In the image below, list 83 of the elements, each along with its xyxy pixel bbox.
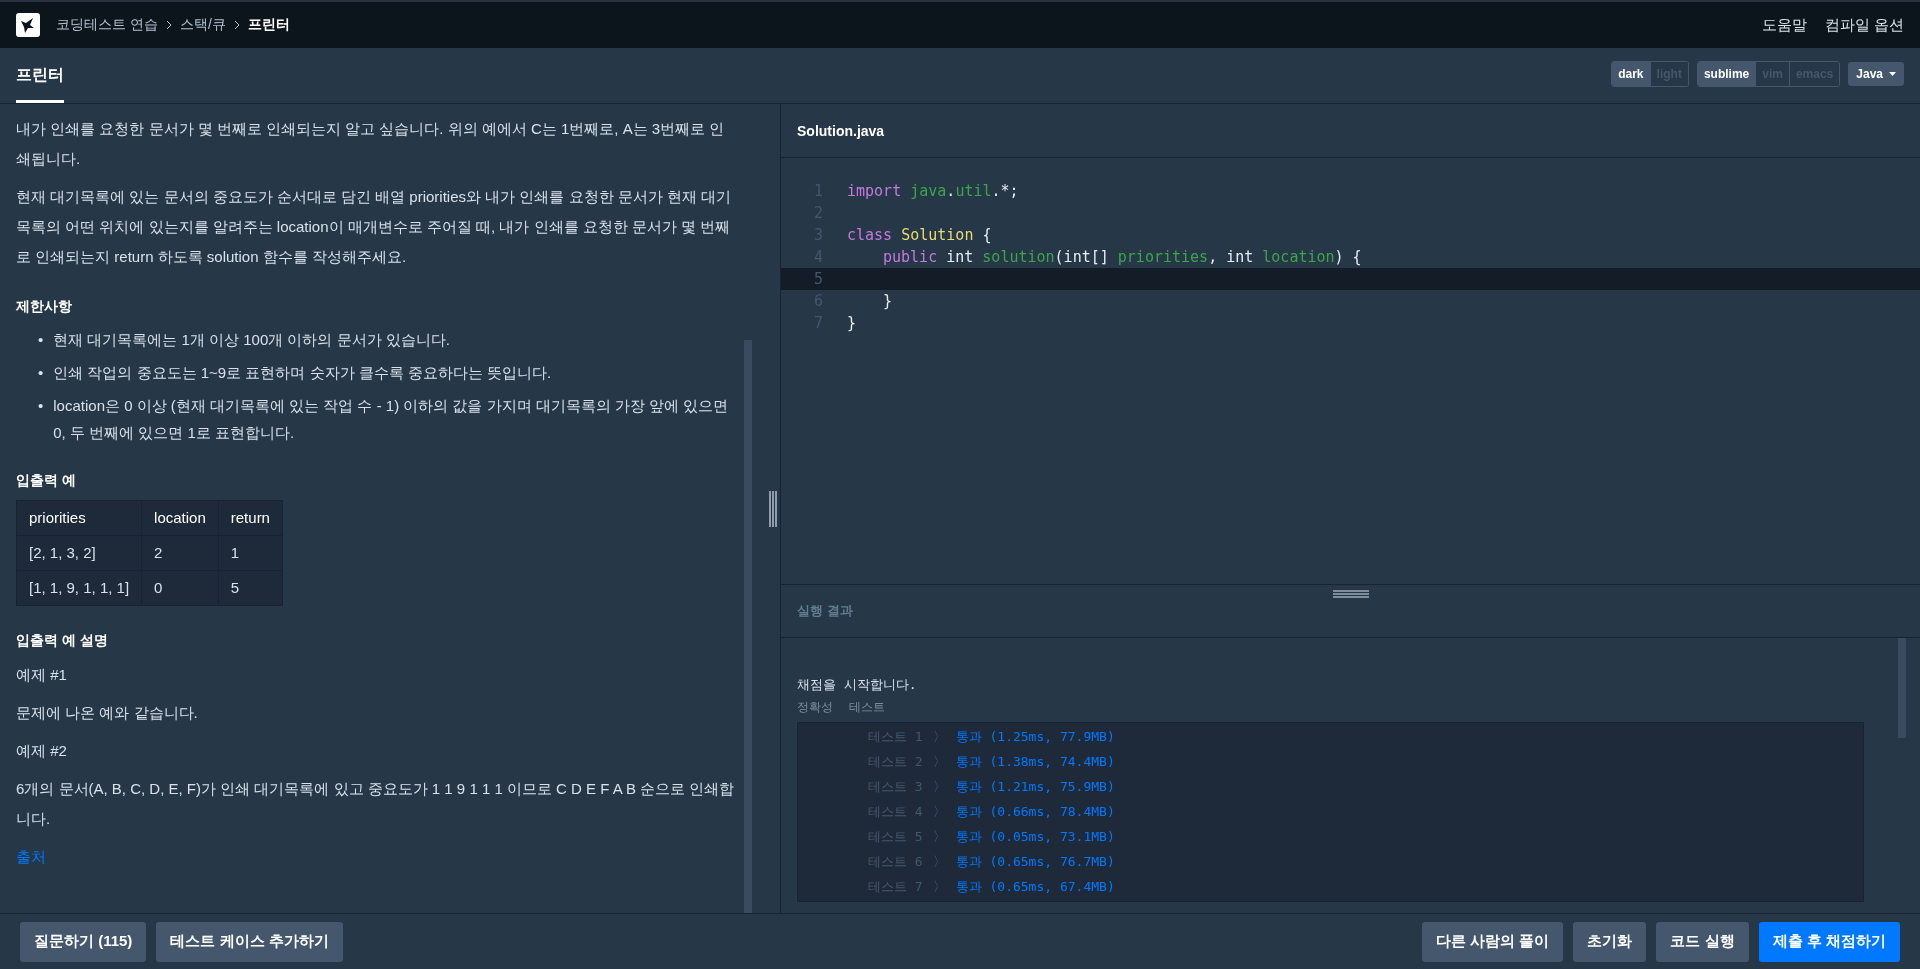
theme-option[interactable]: dark — [1612, 61, 1650, 86]
nav-link[interactable]: 도움말 — [1761, 15, 1807, 35]
table-cell: 0 — [141, 570, 219, 606]
explanation-text: 예제 #2 — [16, 741, 68, 761]
test-result: 통과 (1.25ms, 77.9MB) — [955, 728, 1115, 746]
group-label: 테스트 — [849, 699, 885, 716]
table-header: priorities — [16, 500, 142, 536]
test-arrow: 〉 — [932, 828, 946, 846]
code-token: solution — [982, 247, 1055, 268]
section-heading: 입출력 예 설명 — [16, 631, 109, 650]
test-arrow: 〉 — [932, 878, 946, 896]
explanation-text: 문제에 나온 예와 같습니다. — [16, 703, 199, 723]
code-token: location — [1262, 247, 1335, 268]
description-text: 내가 인쇄를 요청한 문서가 몇 번째로 인쇄되는지 알고 싶습니다. 위의 예에서 C는 1번째로, A는 3번째로 인쇄됩니다. — [16, 119, 726, 169]
breadcrumb-link[interactable]: 스택/큐 — [179, 16, 226, 34]
file-name: Solution.java — [781, 104, 1920, 158]
resize-handle-icon[interactable] — [1332, 589, 1369, 599]
table-header: location — [141, 500, 219, 536]
constraint-item: 인쇄 작업의 중요도는 1~9로 표현하며 숫자가 클수록 중요하다는 뜻입니다. — [53, 363, 552, 383]
bullet: • — [38, 396, 44, 416]
table-cell: [1, 1, 9, 1, 1, 1] — [16, 570, 142, 606]
breadcrumb-link[interactable]: 프린터 — [247, 16, 290, 34]
footer-button[interactable]: 테스트 케이스 추가하기 — [156, 921, 343, 962]
test-result: 통과 (0.66ms, 78.4MB) — [955, 803, 1115, 821]
code-token: import — [847, 181, 902, 202]
language-dropdown[interactable]: Java — [1848, 61, 1904, 86]
bullet: • — [38, 363, 44, 383]
scrollbar[interactable] — [744, 340, 752, 913]
resize-handle-icon[interactable] — [768, 490, 778, 527]
code-token: int — [945, 247, 975, 268]
test-arrow: 〉 — [932, 853, 946, 871]
test-arrow: 〉 — [932, 778, 946, 796]
code-token: , int — [1208, 247, 1255, 268]
code-token: public — [883, 247, 938, 268]
test-result: 통과 (0.65ms, 76.7MB) — [955, 853, 1115, 871]
table-cell: 1 — [218, 535, 283, 571]
constraint-item: 현재 대기목록에는 1개 이상 100개 이하의 문서가 있습니다. — [53, 330, 450, 350]
footer-button[interactable]: 코드 실행 — [1656, 921, 1749, 962]
code-token: . — [946, 181, 956, 202]
description-text: 현재 대기목록에 있는 문서의 중요도가 순서대로 담긴 배열 priorities와 내가 인쇄를 요청한 문서가 현재 대기목록의 어떤 위치에 있는지를 알려주는 location이 매개변수로 주어질 때, 내가 인쇄를 요청한 문서가 몇 번째로 인쇄되는지 return 하도록 solution 함수를 작성해주세요. — [16, 187, 733, 267]
code-token: { — [981, 225, 992, 246]
code-token: priorities — [1117, 247, 1209, 268]
breadcrumb-link[interactable]: 코딩테스트 연습 — [56, 16, 158, 34]
constraint-item: location은 0 이상 (현재 대기목록에 있는 작업 수 - 1) 이하의 값을 가지며 대기목록의 가장 앞에 있으면 0, 두 번째에 있으면 1로 표현합니다. — [53, 396, 730, 443]
problem-tab[interactable]: 프린터 — [16, 48, 64, 103]
test-result: 통과 (1.38ms, 74.4MB) — [955, 753, 1115, 771]
code-token: util — [955, 181, 992, 202]
logo-icon[interactable] — [16, 13, 40, 37]
code-token: (int[] — [1054, 247, 1110, 268]
code-token: Solution — [900, 225, 974, 246]
caret-icon — [1889, 71, 1896, 76]
test-result: 통과 (0.05ms, 73.1MB) — [955, 828, 1115, 846]
submit-button[interactable]: 제출 후 채점하기 — [1758, 921, 1900, 962]
scrollbar[interactable] — [1898, 638, 1906, 738]
keymap-option[interactable]: sublime — [1697, 61, 1756, 86]
table-cell: 5 — [218, 570, 283, 606]
footer-button[interactable]: 다른 사람의 풀이 — [1422, 921, 1564, 962]
code-token: .*; — [991, 181, 1019, 202]
group-label: 정확성 — [797, 699, 833, 716]
table-cell: 2 — [141, 535, 219, 571]
test-arrow: 〉 — [932, 753, 946, 771]
code-token: ) { — [1334, 247, 1362, 268]
table-header: return — [218, 500, 283, 536]
result-title: 실행 결과 — [797, 602, 853, 620]
table-cell: [2, 1, 3, 2] — [16, 535, 142, 571]
code-token: java — [909, 181, 947, 202]
test-arrow: 〉 — [932, 803, 946, 821]
code-token: class — [847, 225, 893, 246]
bullet: • — [38, 330, 44, 350]
test-arrow: 〉 — [932, 728, 946, 746]
code-token: } — [847, 313, 857, 334]
result-message: 채점을 시작합니다. — [797, 676, 918, 694]
nav-link[interactable]: 컴파일 옵션 — [1824, 15, 1904, 35]
test-result: 통과 (1.21ms, 75.9MB) — [955, 778, 1115, 796]
footer-button[interactable]: 질문하기 (115) — [20, 921, 147, 962]
line-number: 5 — [812, 269, 824, 290]
code-token: } — [883, 291, 893, 312]
section-heading: 입출력 예 — [16, 471, 77, 490]
footer-button[interactable]: 초기화 — [1573, 921, 1647, 962]
test-result: 통과 (0.65ms, 67.4MB) — [955, 878, 1115, 896]
explanation-text: 예제 #1 — [16, 665, 68, 685]
section-heading: 제한사항 — [16, 297, 73, 316]
explanation-text: 6개의 문서(A, B, C, D, E, F)가 인쇄 대기목록에 있고 중요도가 1 1 9 1 1 1 이므로 C D E F A B 순으로 인쇄합니다. — [16, 779, 736, 829]
